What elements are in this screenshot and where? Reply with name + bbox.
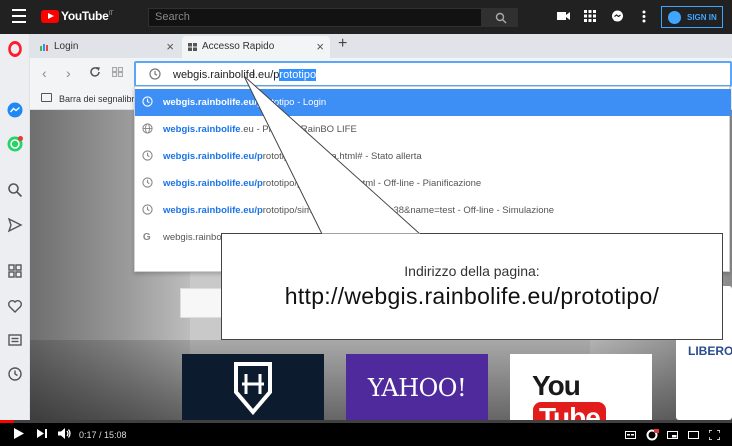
- play-icon[interactable]: [14, 428, 24, 439]
- settings-gear-icon[interactable]: [646, 429, 659, 441]
- subtitles-icon[interactable]: [625, 431, 636, 439]
- volume-icon[interactable]: [58, 428, 72, 439]
- progress-fill: [0, 420, 14, 423]
- miniplayer-icon[interactable]: [667, 431, 678, 439]
- next-icon[interactable]: [37, 429, 47, 438]
- fullscreen-icon[interactable]: [709, 430, 720, 440]
- progress-bar[interactable]: [0, 420, 732, 423]
- time-display: 0:17 / 15:08: [79, 430, 127, 440]
- theater-mode-icon[interactable]: [688, 431, 699, 439]
- callout-pointer-edge: [322, 233, 420, 236]
